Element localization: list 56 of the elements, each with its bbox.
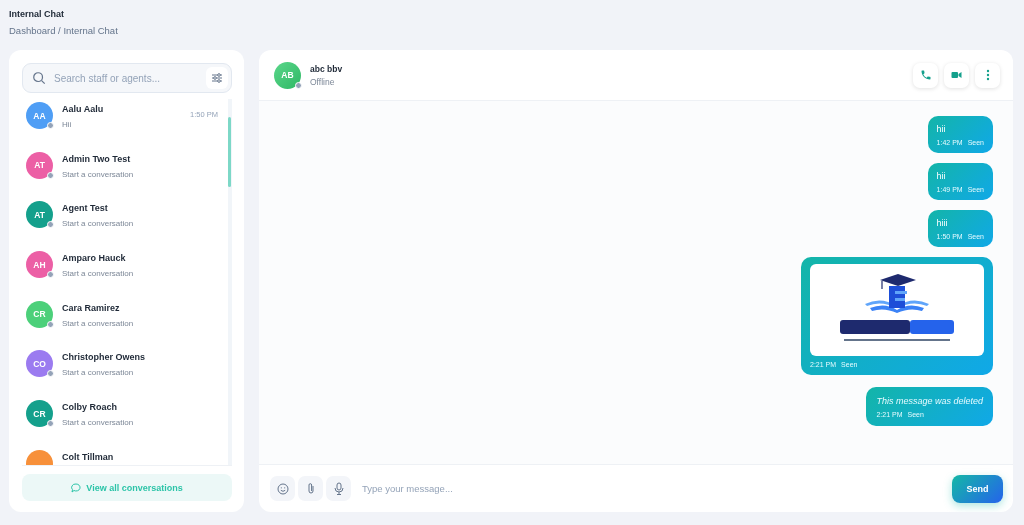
emoji-button[interactable] [270, 476, 295, 501]
contact-name: Christopher Owens [62, 352, 146, 363]
filter-button[interactable] [206, 67, 228, 89]
message-preview: Start a conversation [62, 219, 135, 229]
avatar: CR [26, 400, 53, 428]
more-icon [985, 69, 990, 81]
contact-item[interactable]: AT Agent Test Start a conversation [22, 198, 222, 249]
smiley-icon [276, 482, 289, 495]
message-text: hii [936, 171, 947, 181]
message-text: hiii [936, 218, 949, 228]
avatar: AT [26, 151, 53, 179]
send-button[interactable]: Send [952, 474, 1003, 503]
avatar: AT [26, 201, 53, 229]
contact-name: Admin Two Test [62, 153, 132, 164]
message-preview: Hii [62, 120, 73, 129]
contact-item[interactable]: CR Cara Ramirez Start a conversation [22, 297, 222, 348]
contact-item[interactable]: CO Christopher Owens Start a conversation [22, 347, 222, 398]
message-preview: Start a conversation [62, 169, 135, 179]
avatar: CR [26, 300, 53, 328]
paperclip-icon [306, 482, 315, 495]
attach-button[interactable] [298, 476, 323, 501]
contact-name: Amparo Hauck [62, 253, 127, 264]
contact-item[interactable]: AT Admin Two Test Start a conversation [22, 148, 222, 199]
microphone-button[interactable] [326, 476, 351, 501]
message-preview: Start a conversation [62, 318, 135, 328]
call-button[interactable] [913, 62, 938, 88]
contact-name: abc bbv [310, 63, 343, 74]
contact-name: Aalu Aalu [62, 104, 105, 114]
phone-icon [919, 69, 932, 81]
video-camera-icon [950, 69, 963, 81]
contact-item[interactable]: AH Amparo Hauck Start a conversation [22, 248, 222, 298]
message-text: This message was deleted [876, 396, 983, 406]
video-call-button[interactable] [944, 62, 969, 88]
breadcrumb: Dashboard / Internal Chat [9, 25, 119, 36]
contact-name: Agent Test [62, 203, 109, 214]
avatar: AH [26, 251, 53, 279]
message-input[interactable]: Type your message... [360, 482, 949, 495]
avatar: CO [26, 350, 53, 378]
microphone-icon [333, 482, 344, 495]
page-title: Internal Chat [9, 9, 65, 19]
contact-status: Offline [310, 76, 336, 87]
message-preview: Start a conversation [62, 269, 135, 279]
search-icon [32, 71, 46, 85]
search-field[interactable]: Search staff or agents... [22, 63, 232, 93]
contact-name: Cara Ramirez [62, 302, 121, 313]
sliders-icon [211, 72, 223, 84]
contact-name: Colt Tillman [62, 451, 115, 462]
avatar: AA [26, 102, 53, 129]
chat-bubble-icon [71, 482, 82, 493]
contact-item[interactable]: CR Colby Roach Start a conversation [22, 397, 222, 447]
contact-name: Colby Roach [62, 402, 118, 413]
search-input[interactable]: Search staff or agents... [52, 71, 200, 85]
message-preview: Start a conversation [62, 418, 135, 428]
avatar: AB [274, 61, 301, 89]
message-preview: Start a conversation [62, 368, 135, 378]
message-text: hii [936, 124, 947, 134]
